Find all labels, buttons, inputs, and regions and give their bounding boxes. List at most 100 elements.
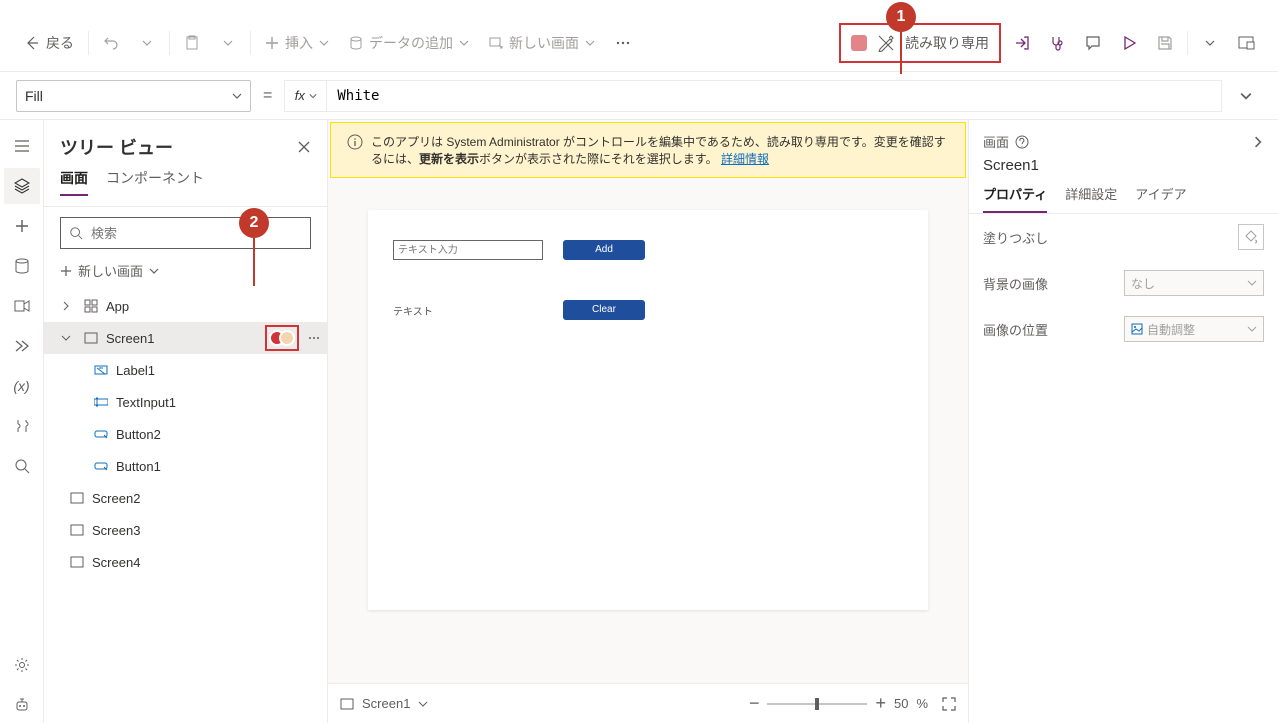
window-icon — [1237, 34, 1255, 52]
formula-bar: Fill = fx — [0, 72, 1278, 120]
canvas-textinput[interactable] — [393, 240, 543, 260]
banner-more-link[interactable]: 詳細情報 — [721, 152, 769, 166]
property-selector[interactable]: Fill — [16, 80, 251, 112]
search-icon — [14, 458, 30, 474]
rail-tree-view[interactable] — [4, 168, 40, 204]
rail-settings[interactable] — [4, 647, 40, 683]
paste-dropdown[interactable] — [212, 27, 244, 59]
chevron-down-icon — [309, 92, 317, 100]
props-tab-ideas[interactable]: アイデア — [1135, 184, 1186, 213]
zoom-out-button[interactable]: − — [749, 693, 760, 714]
tree-view-panel: ツリー ビュー 画面 コンポーネント 新しい画面 App — [44, 120, 328, 723]
info-icon[interactable] — [1015, 135, 1029, 149]
back-button[interactable]: 戻る — [16, 29, 82, 57]
tree-node-more[interactable] — [307, 331, 321, 345]
fit-to-window-button[interactable] — [942, 697, 956, 711]
preview-window-button[interactable] — [1230, 27, 1262, 59]
chevron-down-icon — [61, 333, 71, 343]
button-icon — [94, 459, 108, 473]
left-rail: (x) — [0, 120, 44, 723]
props-tab-properties[interactable]: プロパティ — [983, 184, 1047, 213]
canvas-add-button[interactable]: Add — [563, 240, 645, 260]
tree-tab-components[interactable]: コンポーネント — [106, 168, 204, 196]
expand-formula-button[interactable] — [1230, 90, 1262, 102]
new-screen-link[interactable]: 新しい画面 — [44, 255, 327, 290]
screen-icon — [84, 331, 98, 345]
zoom-in-button[interactable]: + — [875, 693, 886, 714]
rail-virtual-agent[interactable] — [4, 687, 40, 723]
overflow-button[interactable] — [607, 27, 639, 59]
tree-node-button2[interactable]: Button2 — [44, 418, 327, 450]
tree-node-screen2[interactable]: Screen2 — [44, 482, 327, 514]
save-button[interactable] — [1149, 27, 1181, 59]
close-tree-button[interactable] — [297, 140, 311, 154]
undo-dropdown[interactable] — [131, 27, 163, 59]
rail-variables[interactable]: (x) — [4, 368, 40, 404]
info-banner: このアプリは System Administrator がコントロールを編集中で… — [330, 122, 966, 178]
zoom-slider[interactable] — [767, 703, 867, 705]
rail-power-automate[interactable] — [4, 328, 40, 364]
tree-node-screen4[interactable]: Screen4 — [44, 546, 327, 578]
tree-tab-screens[interactable]: 画面 — [60, 168, 88, 196]
publish-dropdown[interactable] — [1194, 27, 1226, 59]
back-arrow-icon — [24, 35, 40, 51]
stethoscope-icon — [1048, 34, 1066, 52]
annotation-line-1 — [900, 32, 902, 74]
search-icon — [69, 226, 83, 240]
rail-data[interactable] — [4, 248, 40, 284]
canvas-area: このアプリは System Administrator がコントロールを編集中で… — [328, 120, 968, 723]
prop-fill-picker[interactable] — [1238, 224, 1264, 250]
tree-node-screen1[interactable]: Screen1 — [44, 322, 327, 354]
comments-button[interactable] — [1077, 27, 1109, 59]
chevron-down-icon — [319, 38, 329, 48]
fx-label[interactable]: fx — [285, 81, 327, 111]
tree-node-screen3[interactable]: Screen3 — [44, 514, 327, 546]
chevron-down-icon — [149, 266, 159, 276]
canvas-clear-button[interactable]: Clear — [563, 300, 645, 320]
chevron-down-icon — [1247, 278, 1257, 288]
more-horizontal-icon — [307, 331, 321, 345]
footer-screen-name[interactable]: Screen1 — [362, 696, 410, 711]
prop-imagepos-select[interactable]: 自動調整 — [1124, 316, 1264, 342]
presence-indicator — [265, 325, 299, 351]
design-canvas[interactable]: Add テキスト Clear — [368, 210, 928, 610]
zoom-unit: % — [916, 696, 928, 711]
paste-button[interactable] — [176, 27, 208, 59]
rail-insert[interactable] — [4, 208, 40, 244]
play-button[interactable] — [1113, 27, 1145, 59]
image-icon — [1131, 323, 1143, 335]
rail-search[interactable] — [4, 448, 40, 484]
rail-media[interactable] — [4, 288, 40, 324]
formula-input[interactable] — [327, 81, 1221, 111]
tree-title: ツリー ビュー — [60, 134, 173, 160]
presence-avatar-icon — [279, 330, 295, 346]
label-icon — [94, 363, 108, 377]
new-screen-button[interactable]: 新しい画面 — [481, 29, 603, 57]
share-icon — [1012, 34, 1030, 52]
tree-node-label1[interactable]: Label1 — [44, 354, 327, 386]
undo-button[interactable] — [95, 27, 127, 59]
screen-icon — [70, 555, 84, 569]
tree-node-app[interactable]: App — [44, 290, 327, 322]
share-button[interactable] — [1005, 27, 1037, 59]
tree-search-input[interactable] — [91, 226, 302, 241]
tree-node-button1[interactable]: Button1 — [44, 450, 327, 482]
rail-advanced-tools[interactable] — [4, 408, 40, 444]
annotation-line-2 — [253, 238, 255, 286]
prop-bgimage-select[interactable]: なし — [1124, 270, 1264, 296]
health-check-button[interactable] — [1041, 27, 1073, 59]
chevron-down-icon — [459, 38, 469, 48]
button-icon — [94, 427, 108, 441]
database-icon — [14, 258, 30, 274]
add-data-button[interactable]: データの追加 — [341, 29, 477, 57]
screen-icon — [340, 697, 354, 711]
collapse-props-button[interactable] — [1252, 136, 1264, 148]
props-tab-advanced[interactable]: 詳細設定 — [1065, 184, 1117, 213]
chevron-down-icon — [1240, 90, 1252, 102]
tree-node-textinput1[interactable]: TextInput1 — [44, 386, 327, 418]
tree-search[interactable] — [60, 217, 311, 249]
rail-hamburger[interactable] — [4, 128, 40, 164]
chevron-down-icon — [1205, 38, 1215, 48]
insert-button[interactable]: 挿入 — [257, 29, 337, 57]
layers-icon — [14, 178, 30, 194]
